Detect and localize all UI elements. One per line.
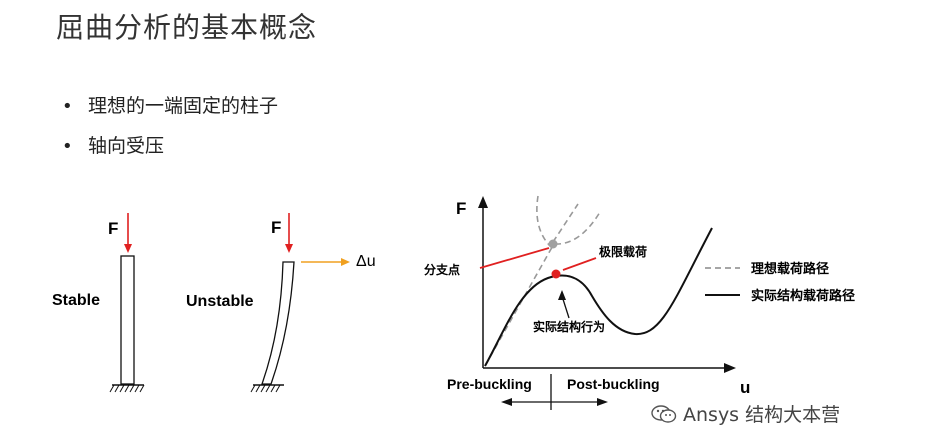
post-buckling-label: Post-buckling bbox=[567, 376, 660, 392]
displacement-label: Δu bbox=[356, 253, 376, 270]
watermark-text: Ansys 结构大本营 bbox=[683, 404, 841, 426]
displacement-arrowhead bbox=[341, 258, 350, 266]
stable-label: Stable bbox=[52, 292, 100, 309]
unstable-column-figure: F Δu Unstable bbox=[186, 213, 376, 393]
watermark: Ansys 结构大本营 bbox=[651, 400, 840, 427]
x-axis-label: u bbox=[740, 378, 750, 397]
legend-ideal-label: 理想载荷路径 bbox=[751, 261, 829, 276]
stable-column-figure: F Stable bbox=[52, 213, 145, 393]
unstable-label: Unstable bbox=[186, 293, 254, 310]
unstable-force-arrowhead bbox=[285, 244, 293, 253]
ideal-branch-right bbox=[554, 211, 601, 245]
unstable-force-label: F bbox=[271, 218, 281, 237]
bifurcation-pointer bbox=[479, 247, 550, 269]
graph-legend: 理想载荷路径 实际结构载荷路径 bbox=[705, 261, 855, 303]
actual-behavior-arrowhead bbox=[558, 290, 566, 300]
wechat-icon bbox=[651, 404, 677, 423]
legend-actual-label: 实际结构载荷路径 bbox=[751, 288, 855, 303]
stable-force-label: F bbox=[108, 219, 118, 238]
bifurcation-point bbox=[548, 239, 558, 249]
y-axis-label: F bbox=[456, 199, 466, 218]
pre-buckling-label: Pre-buckling bbox=[447, 376, 532, 392]
y-axis-arrowhead bbox=[478, 196, 488, 208]
limit-load-pointer bbox=[562, 257, 597, 271]
stable-force-arrowhead bbox=[124, 244, 132, 253]
x-axis-arrowhead bbox=[724, 363, 736, 373]
load-displacement-graph: F u 分支点 极限载荷 实际结构行为 Pre-buckling Post-bu… bbox=[424, 195, 750, 410]
unstable-column bbox=[261, 261, 295, 385]
figure-canvas: F Stable F Δu Unstable F u 分支点 极限载荷 实际结构… bbox=[52, 195, 855, 410]
buckling-range-arrowhead-right bbox=[597, 398, 608, 406]
buckling-range-arrowhead-left bbox=[501, 398, 512, 406]
stable-ground-hatch bbox=[109, 384, 145, 393]
stable-column bbox=[120, 255, 135, 385]
ideal-branch-upper-left bbox=[536, 195, 551, 247]
ideal-branch-upper bbox=[552, 203, 579, 243]
actual-behavior-label: 实际结构行为 bbox=[533, 319, 605, 334]
limit-load-label: 极限载荷 bbox=[599, 244, 647, 259]
unstable-ground-hatch bbox=[250, 384, 281, 393]
limit-point bbox=[551, 269, 561, 279]
bifurcation-label: 分支点 bbox=[424, 262, 460, 277]
